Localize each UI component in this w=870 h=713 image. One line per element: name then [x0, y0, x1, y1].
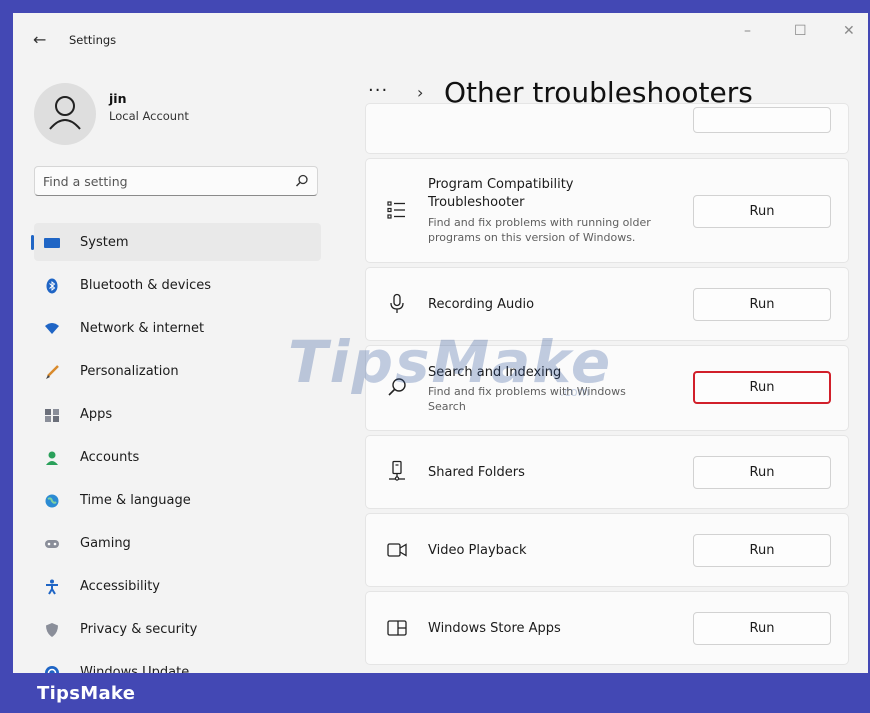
troubleshooter-video-playback: Video Playback Run [365, 513, 849, 587]
sidebar-item-bluetooth[interactable]: Bluetooth & devices [34, 266, 321, 304]
sidebar-item-label: Apps [80, 407, 113, 422]
troubleshooter-title: Windows Store Apps [428, 621, 561, 636]
sidebar-item-system[interactable]: System [31, 223, 321, 261]
sidebar-item-accessibility[interactable]: Accessibility [34, 567, 321, 605]
shield-icon [44, 622, 60, 638]
run-button[interactable]: Run [693, 534, 831, 567]
sidebar-item-gaming[interactable]: Gaming [34, 524, 321, 562]
sidebar-item-label: Personalization [80, 364, 179, 379]
system-icon [44, 235, 60, 251]
accounts-icon [44, 450, 60, 466]
troubleshooter-program-compatibility: Program Compatibility Troubleshooter Fin… [365, 158, 849, 263]
troubleshooter-search-indexing: Search and Indexing Find and fix problem… [365, 345, 849, 431]
sidebar-item-label: Accounts [80, 450, 140, 465]
footer-brand: TipsMake [37, 683, 136, 704]
bluetooth-icon [44, 278, 60, 294]
run-button[interactable]: Run [693, 612, 831, 645]
accessibility-icon [44, 579, 60, 595]
search-icon [295, 173, 309, 192]
sidebar-item-label: Windows Update [80, 665, 190, 673]
troubleshooter-shared-folders: Shared Folders Run [365, 435, 849, 509]
search-input[interactable]: Find a setting [34, 166, 318, 196]
troubleshooter-title: Video Playback [428, 543, 527, 558]
update-icon [44, 665, 60, 673]
brush-icon [44, 364, 60, 380]
user-icon [49, 96, 81, 130]
run-button[interactable]: Run [693, 288, 831, 321]
settings-window: ← Settings – ☐ ✕ jin Local Account Find … [13, 13, 868, 673]
store-apps-icon [386, 617, 408, 639]
run-button-partial[interactable] [693, 107, 831, 133]
account-name: jin [109, 91, 127, 106]
run-button[interactable]: Run [693, 456, 831, 489]
sidebar-item-privacy[interactable]: Privacy & security [34, 610, 321, 648]
sidebar-item-label: Time & language [80, 493, 191, 508]
troubleshooter-title: Shared Folders [428, 465, 525, 480]
sidebar-item-windows-update[interactable]: Windows Update [34, 653, 321, 673]
sidebar-item-apps[interactable]: Apps [34, 395, 321, 433]
app-title: Settings [69, 33, 117, 47]
troubleshooter-recording-audio: Recording Audio Run [365, 267, 849, 341]
minimize-icon[interactable]: – [744, 23, 751, 39]
sidebar-item-label: Bluetooth & devices [80, 278, 211, 293]
close-icon[interactable]: ✕ [843, 23, 855, 39]
sidebar-item-label: System [80, 235, 129, 250]
maximize-icon[interactable]: ☐ [794, 23, 807, 39]
sidebar-item-accounts[interactable]: Accounts [34, 438, 321, 476]
search-placeholder: Find a setting [43, 174, 128, 189]
network-icon [44, 321, 60, 337]
partial-card [365, 103, 849, 154]
sidebar-item-label: Accessibility [80, 579, 160, 594]
search-icon [386, 376, 408, 398]
microphone-icon [386, 293, 408, 315]
list-icon [386, 199, 408, 221]
run-button[interactable]: Run [693, 195, 831, 228]
troubleshooter-title: Program Compatibility [428, 177, 574, 192]
avatar[interactable] [34, 83, 96, 145]
troubleshooter-title: Troubleshooter [428, 195, 525, 210]
sidebar-item-personalization[interactable]: Personalization [34, 352, 321, 390]
selection-indicator [31, 235, 34, 250]
back-arrow-icon[interactable]: ← [33, 30, 46, 49]
gamepad-icon [44, 536, 60, 552]
troubleshooter-description: Search [428, 400, 466, 413]
shared-folder-icon [386, 460, 408, 482]
run-button-highlighted[interactable]: Run [693, 371, 831, 404]
globe-icon [44, 493, 60, 509]
breadcrumb-more-button[interactable]: ··· [368, 80, 388, 101]
troubleshooter-description: Find and fix problems with Windows [428, 385, 626, 398]
apps-icon [44, 407, 60, 423]
sidebar-item-label: Privacy & security [80, 622, 198, 637]
account-type: Local Account [109, 109, 189, 123]
sidebar-item-label: Network & internet [80, 321, 205, 336]
troubleshooter-title: Recording Audio [428, 297, 535, 312]
troubleshooter-title: Search and Indexing [428, 365, 562, 380]
sidebar-item-label: Gaming [80, 536, 131, 551]
sidebar-item-network[interactable]: Network & internet [34, 309, 321, 347]
troubleshooter-description: Find and fix problems with running older [428, 216, 651, 229]
chevron-right-icon: › [417, 83, 424, 102]
video-icon [386, 539, 408, 561]
sidebar-item-time-language[interactable]: Time & language [34, 481, 321, 519]
troubleshooter-description: programs on this version of Windows. [428, 231, 636, 244]
troubleshooter-windows-store-apps: Windows Store Apps Run [365, 591, 849, 665]
